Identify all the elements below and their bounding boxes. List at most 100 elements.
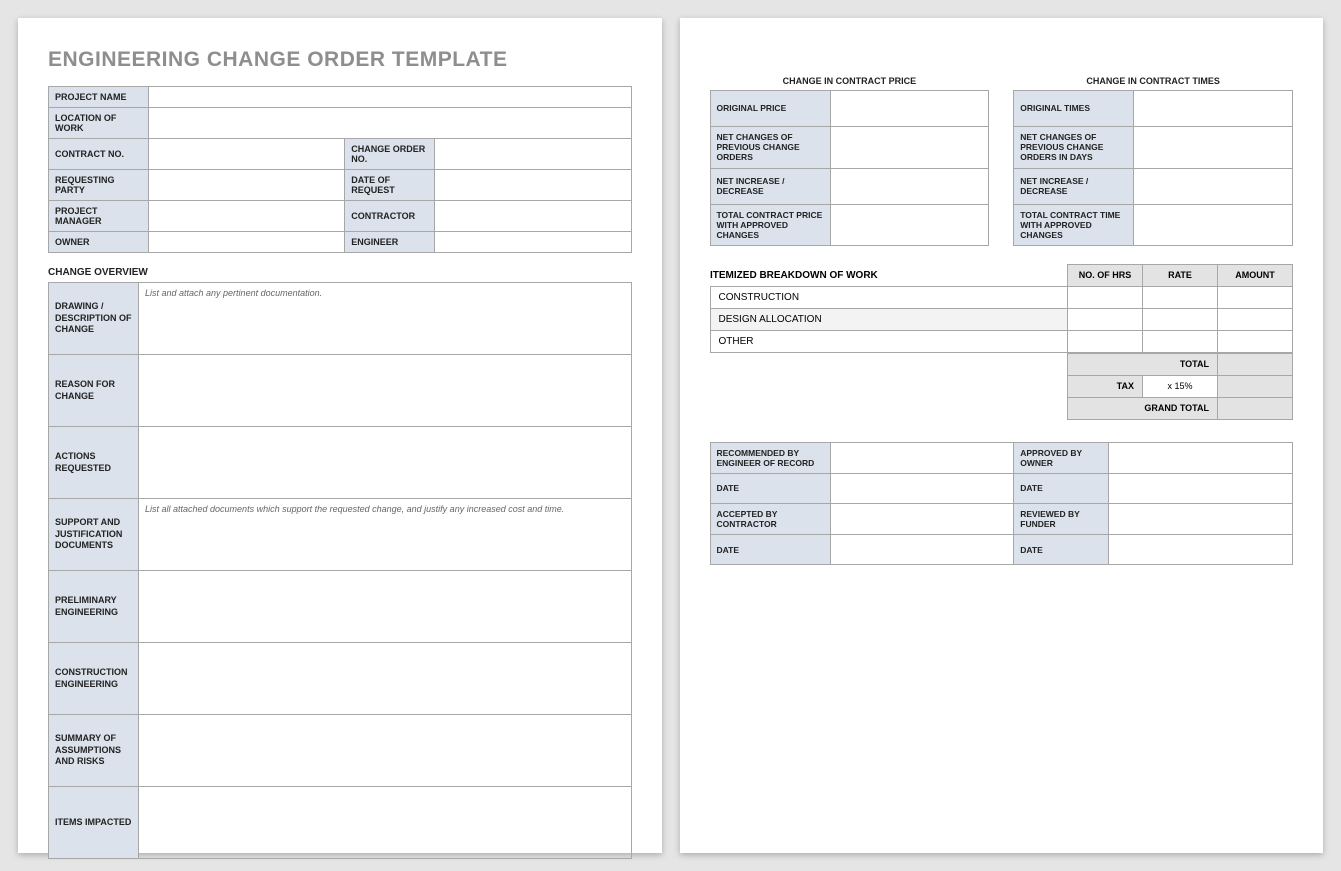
times-value[interactable] bbox=[1134, 127, 1293, 169]
itemized-table: ITEMIZED BREAKDOWN OF WORK NO. OF HRS RA… bbox=[710, 264, 1294, 353]
item-amount[interactable] bbox=[1218, 308, 1293, 330]
ov-value[interactable]: List and attach any pertinent documentat… bbox=[139, 283, 632, 355]
times-title: CHANGE IN CONTRACT TIMES bbox=[1013, 76, 1293, 86]
input-owner[interactable] bbox=[149, 232, 345, 253]
sign-value[interactable] bbox=[830, 442, 1014, 473]
signoff-table: RECOMMENDED BYENGINEER OF RECORD APPROVE… bbox=[710, 442, 1294, 566]
col-amount: AMOUNT bbox=[1218, 265, 1293, 287]
input-contractor[interactable] bbox=[435, 201, 631, 232]
ov-label: REASON FOR CHANGE bbox=[49, 355, 139, 427]
sign-label: DATE bbox=[1014, 474, 1109, 504]
price-label: NET INCREASE / DECREASE bbox=[710, 168, 830, 204]
price-label: NET CHANGES OF PREVIOUS CHANGE ORDERS bbox=[710, 127, 830, 169]
item-amount[interactable] bbox=[1218, 330, 1293, 352]
ov-label: PRELIMINARY ENGINEERING bbox=[49, 571, 139, 643]
item-amount[interactable] bbox=[1218, 286, 1293, 308]
label-total: TOTAL bbox=[1067, 353, 1217, 375]
overview-table: DRAWING / DESCRIPTION OF CHANGE List and… bbox=[48, 282, 632, 859]
input-engineer[interactable] bbox=[435, 232, 631, 253]
label-grand-total: GRAND TOTAL bbox=[1067, 397, 1217, 419]
sign-label: ACCEPTED BYCONTRACTOR bbox=[710, 504, 830, 535]
price-value[interactable] bbox=[830, 204, 989, 246]
item-hours[interactable] bbox=[1068, 330, 1143, 352]
sign-value[interactable] bbox=[830, 474, 1014, 504]
times-label: NET CHANGES OF PREVIOUS CHANGE ORDERS IN… bbox=[1014, 127, 1134, 169]
item-title: ITEMIZED BREAKDOWN OF WORK bbox=[710, 265, 1068, 287]
price-value[interactable] bbox=[830, 127, 989, 169]
price-title: CHANGE IN CONTRACT PRICE bbox=[710, 76, 990, 86]
ov-value[interactable]: List all attached documents which suppor… bbox=[139, 499, 632, 571]
ov-value[interactable] bbox=[139, 571, 632, 643]
label-change-order-no: CHANGE ORDER NO. bbox=[345, 139, 435, 170]
item-row-label: CONSTRUCTION bbox=[710, 286, 1068, 308]
price-label: ORIGINAL PRICE bbox=[710, 91, 830, 127]
input-requesting-party[interactable] bbox=[149, 170, 345, 201]
times-value[interactable] bbox=[1134, 91, 1293, 127]
input-change-order-no[interactable] bbox=[435, 139, 631, 170]
ov-value[interactable] bbox=[139, 355, 632, 427]
input-date-request[interactable] bbox=[435, 170, 631, 201]
sign-value[interactable] bbox=[830, 504, 1014, 535]
header-table: PROJECT NAME LOCATION OF WORK CONTRACT N… bbox=[48, 86, 632, 253]
ov-label: SUMMARY OF ASSUMPTIONS AND RISKS bbox=[49, 715, 139, 787]
item-row-label: OTHER bbox=[710, 330, 1068, 352]
price-label: TOTAL CONTRACT PRICE WITH APPROVED CHANG… bbox=[710, 204, 830, 246]
price-table: ORIGINAL PRICE NET CHANGES OF PREVIOUS C… bbox=[710, 90, 990, 246]
item-rate[interactable] bbox=[1143, 286, 1218, 308]
label-project-manager: PROJECT MANAGER bbox=[49, 201, 149, 232]
col-hours: NO. OF HRS bbox=[1068, 265, 1143, 287]
value-grand-total bbox=[1218, 397, 1293, 419]
label-contract-no: CONTRACT NO. bbox=[49, 139, 149, 170]
label-engineer: ENGINEER bbox=[345, 232, 435, 253]
times-label: ORIGINAL TIMES bbox=[1014, 91, 1134, 127]
item-hours[interactable] bbox=[1068, 286, 1143, 308]
sign-label: RECOMMENDED BYENGINEER OF RECORD bbox=[710, 442, 830, 473]
ov-label: ACTIONS REQUESTED bbox=[49, 427, 139, 499]
col-rate: RATE bbox=[1143, 265, 1218, 287]
ov-label: CONSTRUCTION ENGINEERING bbox=[49, 643, 139, 715]
input-project-name[interactable] bbox=[149, 87, 632, 108]
input-location[interactable] bbox=[149, 108, 632, 139]
sign-label: DATE bbox=[1014, 535, 1109, 565]
page-2: CHANGE IN CONTRACT PRICE ORIGINAL PRICE … bbox=[680, 18, 1324, 853]
value-total bbox=[1218, 353, 1293, 375]
ov-label: DRAWING / DESCRIPTION OF CHANGE bbox=[49, 283, 139, 355]
ov-label: ITEMS IMPACTED bbox=[49, 787, 139, 859]
sign-value[interactable] bbox=[1109, 442, 1293, 473]
sign-value[interactable] bbox=[830, 535, 1014, 565]
value-tax-rate[interactable]: x 15% bbox=[1142, 375, 1217, 397]
value-tax bbox=[1218, 375, 1293, 397]
input-project-manager[interactable] bbox=[149, 201, 345, 232]
price-value[interactable] bbox=[830, 91, 989, 127]
label-location: LOCATION OF WORK bbox=[49, 108, 149, 139]
label-project-name: PROJECT NAME bbox=[49, 87, 149, 108]
sign-label: DATE bbox=[710, 535, 830, 565]
item-rate[interactable] bbox=[1143, 330, 1218, 352]
document-title: ENGINEERING CHANGE ORDER TEMPLATE bbox=[48, 48, 632, 72]
times-value[interactable] bbox=[1134, 168, 1293, 204]
sign-label: APPROVED BYOWNER bbox=[1014, 442, 1109, 473]
times-label: TOTAL CONTRACT TIME WITH APPROVED CHANGE… bbox=[1014, 204, 1134, 246]
times-table: ORIGINAL TIMES NET CHANGES OF PREVIOUS C… bbox=[1013, 90, 1293, 246]
item-rate[interactable] bbox=[1143, 308, 1218, 330]
price-value[interactable] bbox=[830, 168, 989, 204]
label-owner: OWNER bbox=[49, 232, 149, 253]
sign-value[interactable] bbox=[1109, 504, 1293, 535]
ov-label: SUPPORT AND JUSTIFICATION DOCUMENTS bbox=[49, 499, 139, 571]
input-contract-no[interactable] bbox=[149, 139, 345, 170]
item-row-label: DESIGN ALLOCATION bbox=[710, 308, 1068, 330]
label-date-request: DATE OF REQUEST bbox=[345, 170, 435, 201]
ov-value[interactable] bbox=[139, 715, 632, 787]
times-value[interactable] bbox=[1134, 204, 1293, 246]
sign-label: REVIEWED BYFUNDER bbox=[1014, 504, 1109, 535]
times-label: NET INCREASE / DECREASE bbox=[1014, 168, 1134, 204]
sign-value[interactable] bbox=[1109, 474, 1293, 504]
item-hours[interactable] bbox=[1068, 308, 1143, 330]
sign-label: DATE bbox=[710, 474, 830, 504]
page-1: ENGINEERING CHANGE ORDER TEMPLATE PROJEC… bbox=[18, 18, 662, 853]
ov-value[interactable] bbox=[139, 643, 632, 715]
overview-title: CHANGE OVERVIEW bbox=[48, 267, 632, 278]
ov-value[interactable] bbox=[139, 427, 632, 499]
ov-value[interactable] bbox=[139, 787, 632, 859]
sign-value[interactable] bbox=[1109, 535, 1293, 565]
